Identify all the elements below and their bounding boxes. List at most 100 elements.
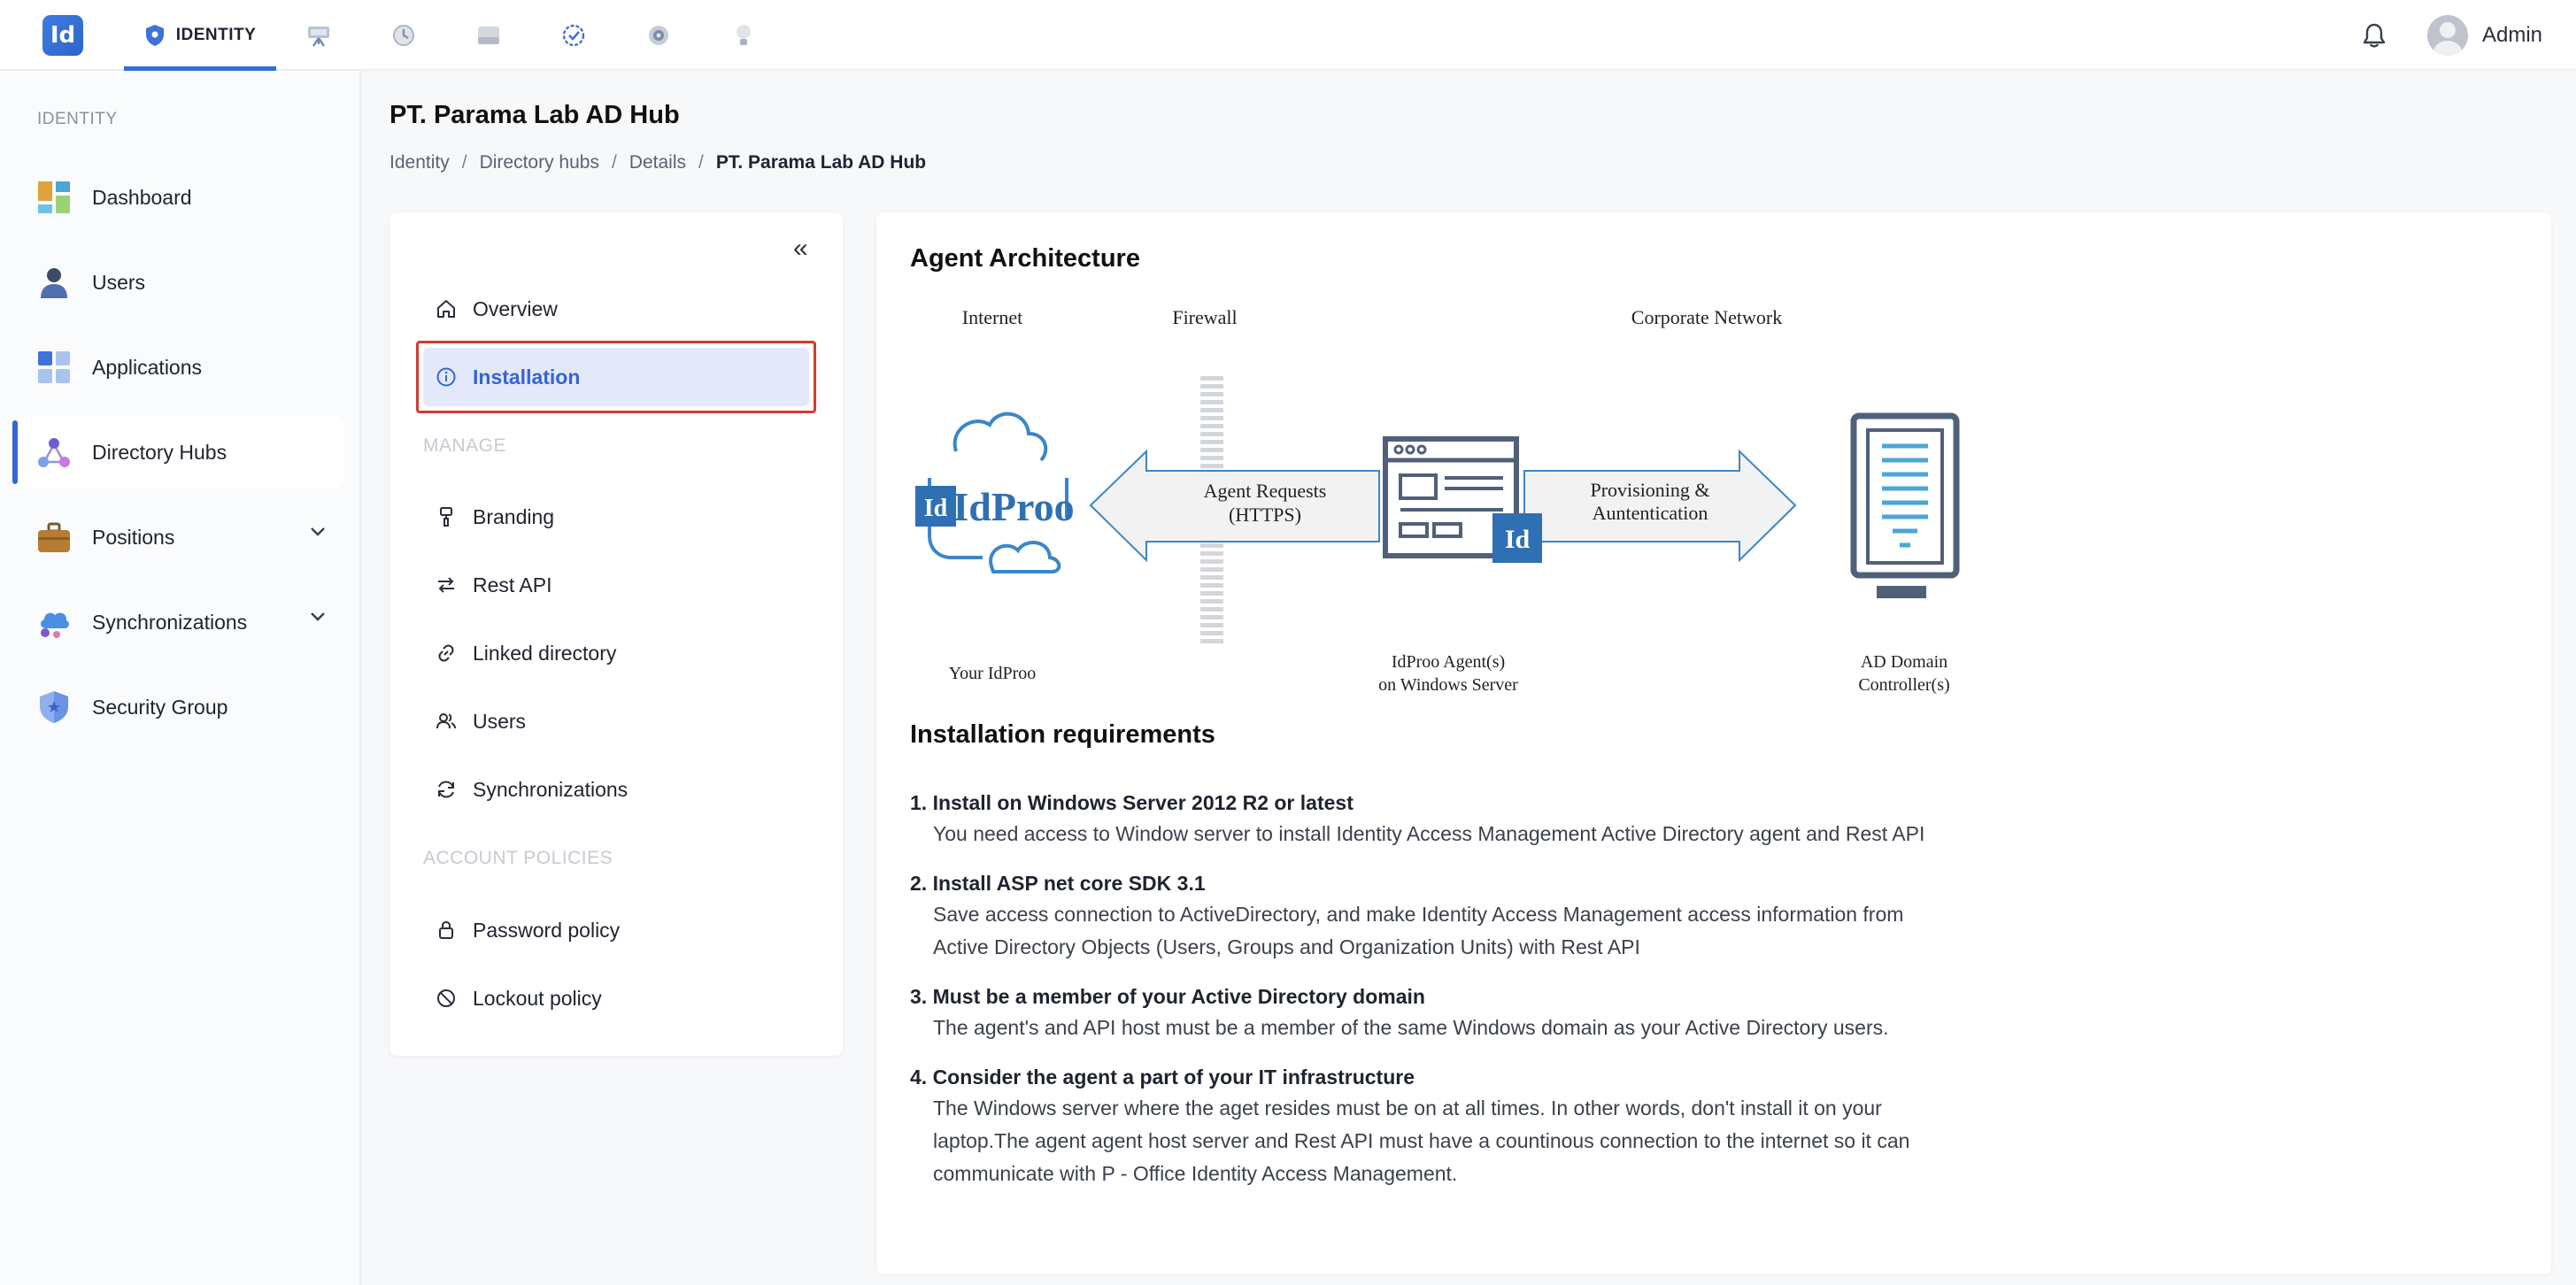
sidebar: IDENTITY Dashboard Users Applications Di… (0, 71, 361, 1285)
bell-icon[interactable] (2362, 22, 2387, 49)
tab-settings[interactable] (616, 0, 701, 71)
requirement-desc: The Windows server where the aget reside… (933, 1096, 1882, 1120)
chevron-down-icon[interactable] (310, 527, 326, 537)
subnav-label: Linked directory (473, 641, 617, 665)
subnav-label: Overview (473, 296, 558, 320)
briefcase-icon (38, 522, 70, 552)
requirement-title: 4. Consider the agent a part of your IT … (910, 1066, 1415, 1089)
link-icon (438, 644, 454, 662)
tab-history[interactable] (361, 0, 446, 71)
top-nav: IDENTITY (124, 0, 786, 71)
breadcrumb: Identity / Directory hubs / Details / PT… (389, 152, 926, 173)
home-icon (437, 300, 455, 318)
paint-roller-icon (440, 507, 452, 527)
sidebar-item-label: Dashboard (92, 185, 192, 209)
drive-icon (478, 27, 499, 44)
requirement-item: 1. Install on Windows Server 2012 R2 or … (910, 788, 2025, 850)
breadcrumb-separator: / (611, 152, 617, 173)
authentication-label: Auntentication (1593, 502, 1708, 524)
tab-identity-label: IDENTITY (175, 26, 257, 44)
subnav-label: Branding (473, 504, 555, 528)
sidebar-item-directory-hubs[interactable]: Directory Hubs (12, 417, 343, 488)
subnav-lockout-policy[interactable]: Lockout policy (423, 969, 809, 1027)
sidebar-item-applications[interactable]: Applications (12, 332, 343, 403)
subnav-label: Password policy (473, 918, 621, 942)
collapse-button[interactable]: « (793, 235, 808, 262)
arrows-exchange-icon (438, 577, 454, 593)
refresh-icon (438, 781, 454, 798)
sidebar-item-label: Users (92, 270, 146, 294)
requirement-desc: communicate with P - Office Identity Acc… (933, 1162, 1458, 1185)
gear-icon (649, 26, 668, 45)
subnav-label: Lockout policy (473, 986, 602, 1010)
requirement-desc: Save access connection to ActiveDirector… (933, 903, 1904, 926)
subnav-users[interactable]: Users (423, 692, 809, 750)
display-icon (308, 27, 329, 47)
subnav-branding[interactable]: Branding (423, 488, 809, 546)
subnav-rest-api[interactable]: Rest API (423, 556, 809, 614)
subnav-label: Synchronizations (473, 777, 629, 801)
sidebar-item-label: Directory Hubs (92, 440, 228, 464)
requirement-desc: The agent's and API host must be a membe… (933, 1016, 1889, 1039)
cloud-sync-icon (41, 612, 69, 638)
breadcrumb-separator: / (461, 152, 467, 173)
requirement-item: 2. Install ASP net core SDK 3.1 Save acc… (910, 868, 2025, 964)
breadcrumb-identity[interactable]: Identity (389, 152, 450, 173)
tab-storage[interactable] (446, 0, 531, 71)
requirements-heading: Installation requirements (910, 720, 1215, 749)
main-content: Agent Architecture Internet Firewall Cor… (876, 212, 2551, 1274)
provisioning-label: Provisioning & (1590, 479, 1709, 501)
requirement-desc: You need access to Window server to inst… (933, 822, 1925, 845)
subnav-synchronizations[interactable]: Synchronizations (423, 760, 809, 819)
caption-agent-line2: on Windows Server (1378, 675, 1518, 695)
sidebar-item-synchronizations[interactable]: Synchronizations (12, 587, 343, 658)
subnav-overview[interactable]: Overview (423, 280, 809, 338)
sidebar-section-title: IDENTITY (37, 110, 118, 128)
check-badge-icon (562, 24, 585, 47)
chevron-down-icon[interactable] (310, 612, 326, 622)
sidebar-item-positions[interactable]: Positions (12, 502, 343, 573)
agent-server-icon: Id (1383, 436, 1542, 563)
sidebar-item-security-group[interactable]: Security Group (12, 672, 343, 743)
tab-ideas[interactable] (701, 0, 786, 71)
hub-icon (38, 438, 70, 467)
subnav-label: Users (473, 709, 527, 733)
requirement-title: 2. Install ASP net core SDK 3.1 (910, 872, 1206, 895)
agent-requests-protocol: (HTTPS) (1229, 504, 1301, 526)
agent-requests-label: Agent Requests (1204, 480, 1327, 502)
idproo-badge-text: Id (924, 495, 948, 522)
sidebar-item-dashboard[interactable]: Dashboard (12, 162, 343, 233)
page-title: PT. Parama Lab AD Hub (389, 101, 680, 129)
diagram-label-corporate-network: Corporate Network (1631, 306, 1782, 328)
clock-icon (393, 25, 414, 46)
requirement-item: 4. Consider the agent a part of your IT … (910, 1062, 2025, 1190)
requirement-desc: laptop.The agent agent host server and R… (933, 1129, 1910, 1152)
breadcrumb-details[interactable]: Details (629, 152, 686, 173)
tab-display[interactable] (276, 0, 361, 71)
subnav-linked-directory[interactable]: Linked directory (423, 624, 809, 682)
shield-icon (145, 25, 164, 46)
idproo-logo-text: IdProo (953, 484, 1074, 529)
avatar[interactable] (2426, 15, 2468, 56)
sidebar-item-label: Positions (92, 525, 175, 549)
tab-approvals[interactable] (531, 0, 616, 71)
requirements-list: 1. Install on Windows Server 2012 R2 or … (910, 788, 2025, 1208)
shield-icon (40, 691, 68, 723)
requirement-item: 3. Must be a member of your Active Direc… (910, 981, 2025, 1044)
caption-dc-line1: AD Domain (1861, 652, 1947, 672)
domain-controller-icon (1850, 412, 1960, 598)
sidebar-item-users[interactable]: Users (12, 247, 343, 318)
tab-identity[interactable]: IDENTITY (124, 0, 276, 71)
breadcrumb-current: PT. Parama Lab AD Hub (715, 152, 927, 173)
subnav-password-policy[interactable]: Password policy (423, 901, 809, 959)
top-bar: Id IDENTITY Admin (0, 0, 2576, 71)
breadcrumb-directory-hubs[interactable]: Directory hubs (480, 152, 599, 173)
idproo-cloud-icon: Id IdProo (915, 412, 1075, 573)
user-name[interactable]: Admin (2482, 23, 2542, 48)
app-logo[interactable]: Id (42, 15, 83, 56)
agent-badge-text: Id (1505, 525, 1531, 554)
caption-agent-line1: IdProo Agent(s) (1392, 652, 1505, 672)
apps-icon (38, 351, 70, 383)
requirement-desc: Active Directory Objects (Users, Groups … (933, 935, 1640, 958)
selection-highlight (416, 341, 816, 413)
